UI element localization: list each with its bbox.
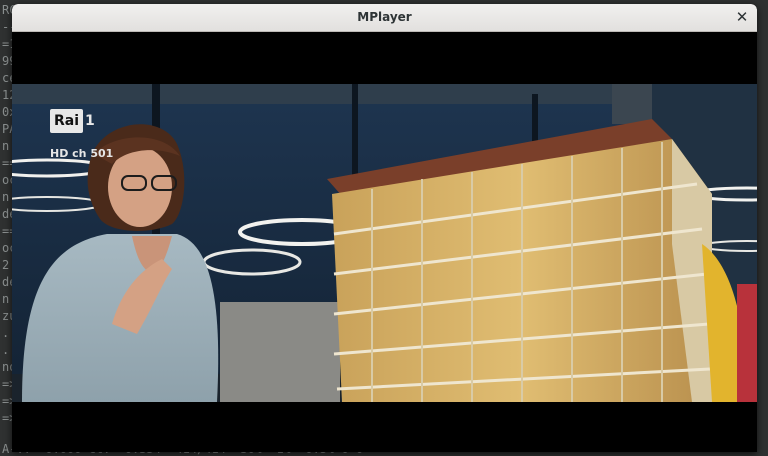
video-area[interactable]: Rai 1 HD ch 501 [12, 32, 757, 452]
channel-label: HD ch 501 [50, 147, 114, 160]
terminal-line: . [2, 326, 10, 340]
terminal-line: n [2, 292, 10, 306]
terminal-line: . [2, 343, 10, 357]
channel-logo: Rai 1 [50, 108, 95, 134]
logo-number: 1 [85, 113, 95, 129]
window-title: MPlayer [357, 10, 412, 24]
terminal-line: n [2, 139, 10, 153]
video-frame-image [12, 84, 757, 402]
terminal-line: 2 [2, 258, 10, 272]
close-button[interactable]: ✕ [733, 8, 751, 26]
terminal-line: n [2, 190, 10, 204]
mplayer-window[interactable]: MPlayer ✕ Rai 1 HD ch 501 [12, 4, 757, 452]
title-bar[interactable]: MPlayer ✕ [12, 4, 757, 32]
video-frame: Rai 1 HD ch 501 [12, 84, 757, 402]
logo-text: Rai [50, 109, 84, 133]
close-icon: ✕ [735, 8, 749, 26]
